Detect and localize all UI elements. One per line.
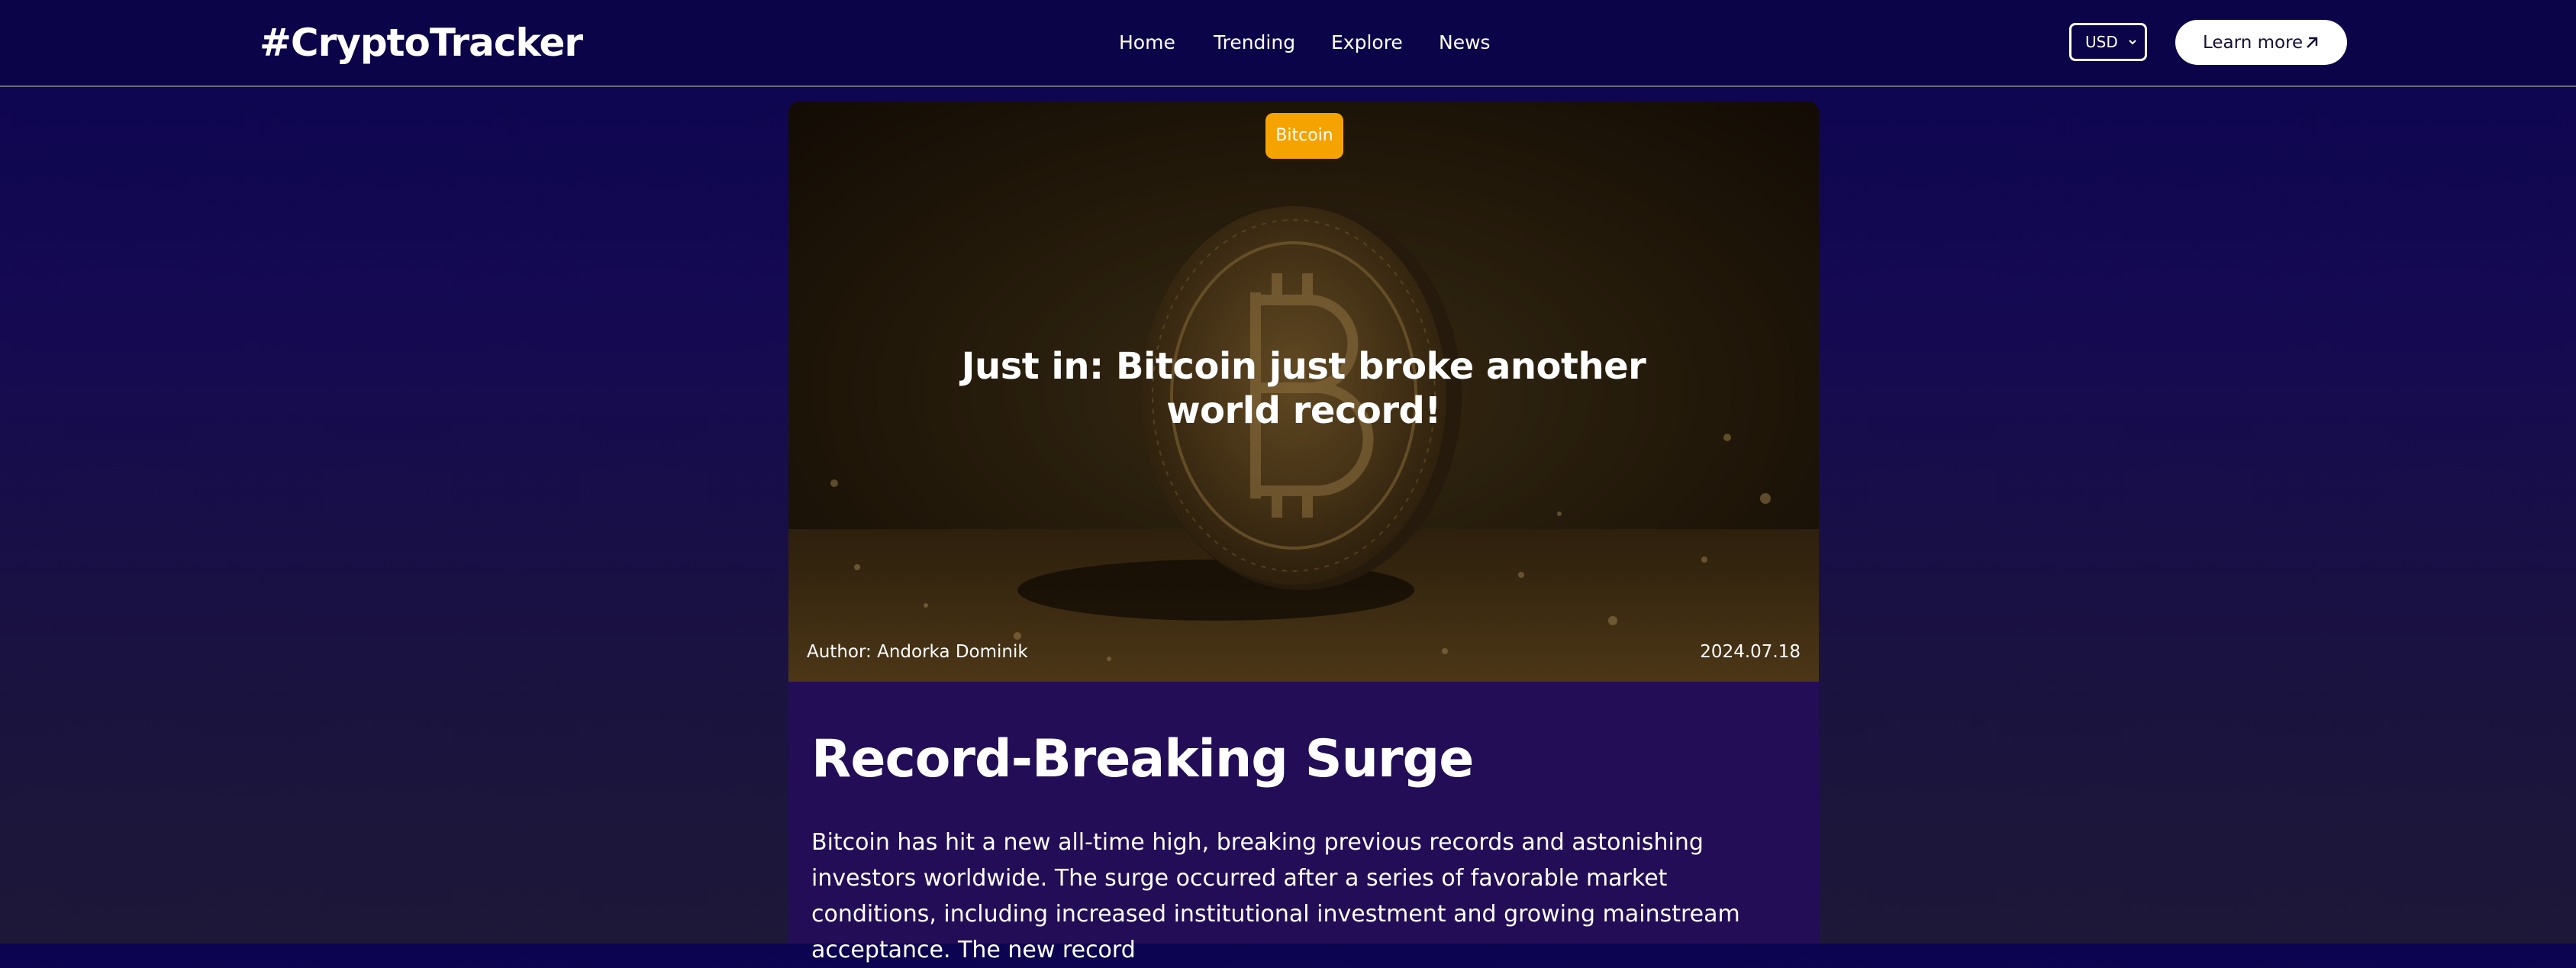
- publish-date: 2024.07.18: [1700, 642, 1801, 662]
- article-paragraph: Bitcoin has hit a new all-time high, bre…: [811, 829, 1740, 963]
- nav-trending[interactable]: Trending: [1214, 29, 1295, 56]
- hero-title: Just in: Bitcoin just broke another worl…: [961, 345, 1646, 432]
- hero-card[interactable]: Bitcoin Just in: Bitcoin just broke anot…: [788, 102, 1819, 682]
- nav-home[interactable]: Home: [1119, 29, 1175, 56]
- learn-more-label: Learn more: [2203, 33, 2304, 53]
- author-label: Author: Andorka Dominik: [807, 642, 1028, 662]
- arrow-up-right-icon: [2307, 37, 2318, 48]
- chevron-down-icon: [2129, 40, 2136, 45]
- category-tag[interactable]: Bitcoin: [1265, 113, 1343, 159]
- nav-news[interactable]: News: [1439, 29, 1491, 56]
- site-header: #CryptoTracker Home Trending Explore New…: [0, 0, 2576, 87]
- currency-value: USD: [2085, 33, 2118, 51]
- currency-select[interactable]: USD: [2069, 23, 2147, 61]
- article-body-section: Record-Breaking Surge Bitcoin has hit a …: [788, 682, 1819, 963]
- nav-explore[interactable]: Explore: [1331, 29, 1403, 56]
- learn-more-button[interactable]: Learn more: [2175, 20, 2347, 65]
- site-logo[interactable]: #CryptoTracker: [260, 20, 583, 66]
- article-heading: Record-Breaking Surge: [811, 729, 1474, 789]
